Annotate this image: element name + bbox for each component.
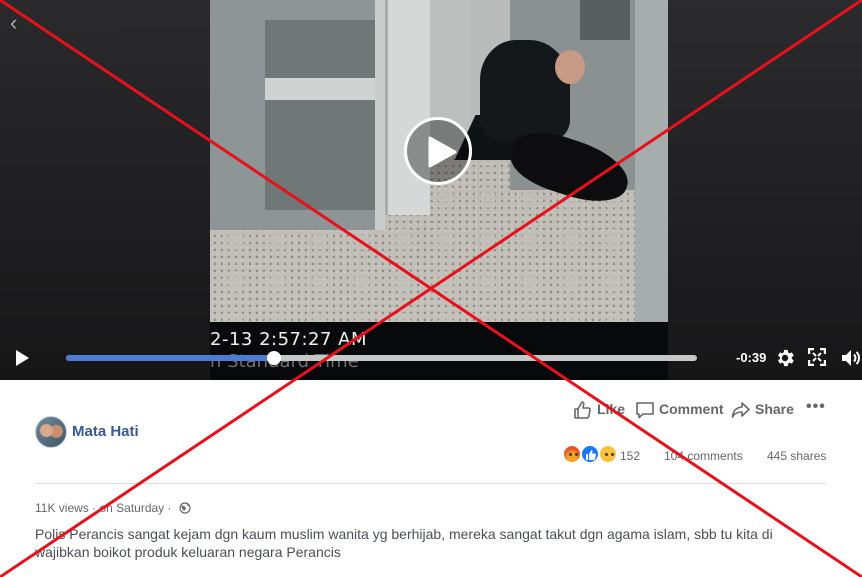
comments-count-link[interactable]: 104 comments — [664, 449, 743, 463]
video-player[interactable]: ‹ 2-13 2:57:27 AM n Standard Time -0:39 — [0, 0, 862, 380]
like-reaction-icon — [580, 444, 600, 464]
comment-bubble-icon — [636, 402, 654, 419]
post-card: Like Comment Share ••• Mata Hati 152 104… — [0, 380, 862, 577]
chevron-left-icon[interactable]: ‹ — [10, 12, 17, 34]
fullscreen-icon[interactable] — [808, 348, 826, 366]
video-figure-head — [555, 50, 585, 84]
comment-label: Comment — [659, 401, 724, 417]
post-meta-text: 11K views · on Saturday · — [35, 501, 172, 515]
play-icon — [428, 136, 457, 168]
share-label: Share — [755, 401, 794, 417]
progress-fill — [66, 355, 275, 361]
share-arrow-icon — [731, 402, 750, 418]
post-meta: 11K views · on Saturday · — [35, 501, 191, 515]
more-options-icon[interactable]: ••• — [806, 398, 826, 416]
avatar[interactable] — [35, 416, 67, 448]
time-remaining: -0:39 — [736, 350, 767, 365]
play-icon[interactable] — [14, 349, 30, 367]
video-figure-officer — [480, 40, 570, 140]
video-pillar — [385, 0, 430, 215]
divider — [35, 483, 826, 484]
post-caption: Polis Perancis sangat kejam dgn kaum mus… — [35, 526, 773, 560]
page-name-link[interactable]: Mata Hati — [72, 423, 139, 440]
angry-reaction-icon — [562, 444, 582, 464]
like-label: Like — [597, 401, 626, 417]
video-blur-left — [0, 0, 210, 380]
play-button[interactable] — [404, 117, 472, 185]
reaction-icons[interactable] — [562, 444, 622, 466]
video-right-wall — [635, 0, 668, 330]
thumbs-up-icon — [574, 401, 591, 419]
video-controls: -0:39 — [0, 340, 862, 380]
reaction-count[interactable]: 152 — [620, 449, 640, 463]
gear-icon[interactable] — [774, 347, 796, 369]
volume-icon[interactable] — [840, 347, 862, 369]
globe-icon — [179, 502, 191, 514]
video-bench — [265, 78, 375, 100]
video-frame: 2-13 2:57:27 AM n Standard Time — [210, 0, 668, 380]
progress-slider[interactable] — [66, 351, 697, 365]
video-booth-inner — [265, 20, 375, 210]
progress-knob[interactable] — [267, 351, 282, 365]
shares-count-link[interactable]: 445 shares — [767, 449, 826, 463]
video-blur-right — [668, 0, 862, 380]
sad-reaction-icon — [598, 444, 618, 464]
video-corridor-door — [580, 0, 630, 40]
